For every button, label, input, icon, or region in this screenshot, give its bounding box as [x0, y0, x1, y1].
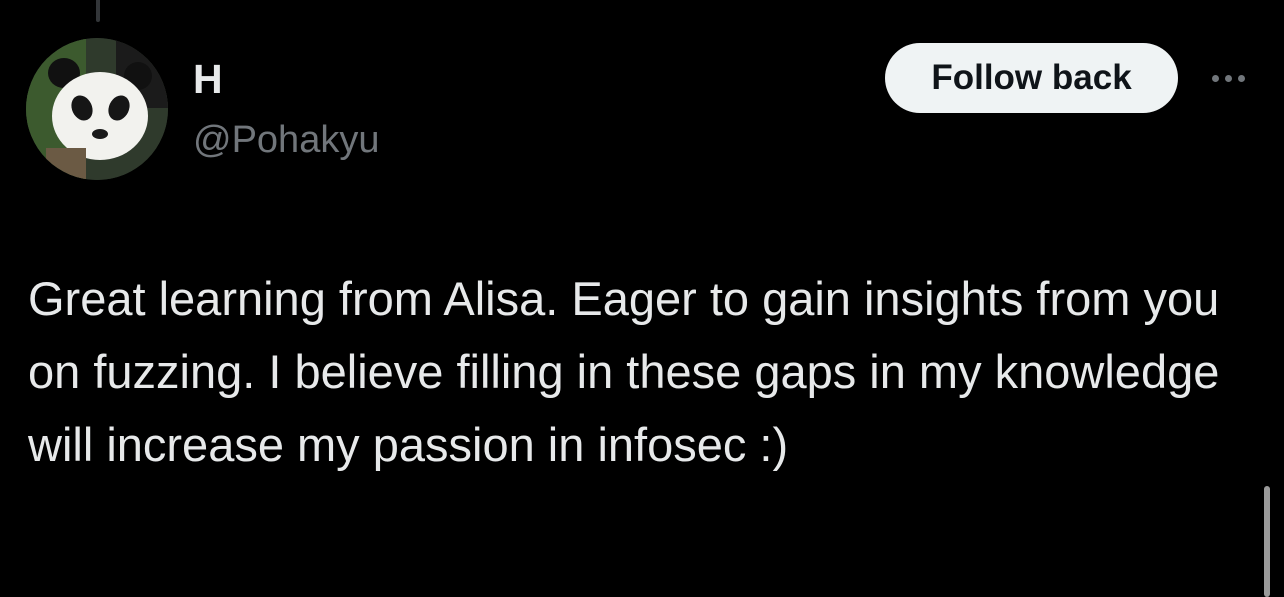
more-dot — [1224, 74, 1232, 82]
tweet-text: Great learning from Alisa. Eager to gain… — [28, 272, 1220, 471]
thread-connector-line — [96, 0, 100, 22]
user-handle[interactable]: @Pohakyu — [193, 117, 379, 163]
avatar[interactable] — [26, 38, 168, 180]
panda-avatar-image — [26, 38, 168, 180]
more-dot — [1237, 74, 1245, 82]
more-options-icon[interactable] — [1200, 58, 1256, 98]
more-dot — [1211, 74, 1219, 82]
display-name[interactable]: H — [193, 56, 223, 102]
follow-back-button[interactable]: Follow back — [885, 43, 1178, 113]
scrollbar-thumb[interactable] — [1264, 486, 1270, 597]
